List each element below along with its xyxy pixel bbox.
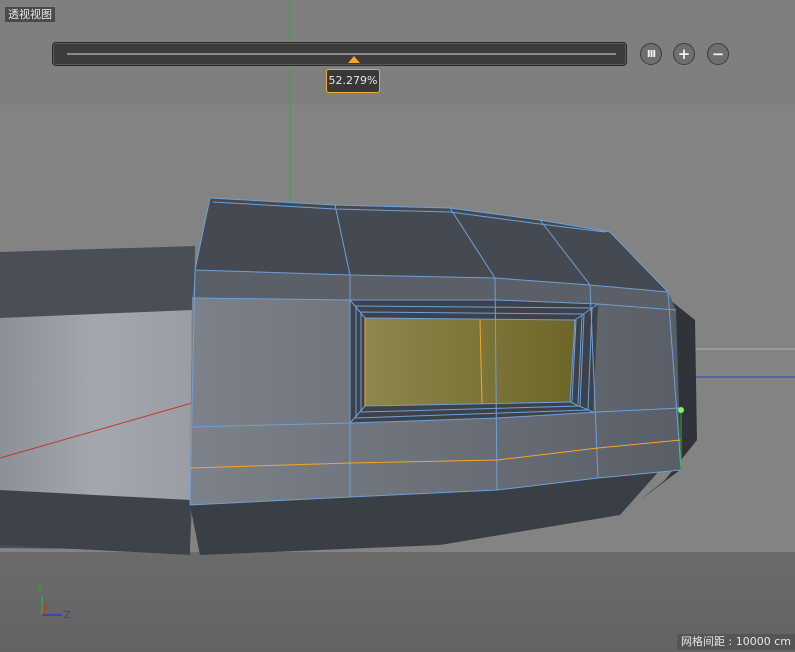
- minus-icon[interactable]: −: [707, 43, 729, 65]
- plus-icon[interactable]: +: [673, 43, 695, 65]
- selected-window-face[interactable]: [365, 318, 575, 406]
- slider-value-readout[interactable]: 52.279%: [326, 69, 380, 93]
- selected-point[interactable]: [678, 407, 684, 413]
- slider-groove: [67, 53, 616, 55]
- pause-icon[interactable]: III: [640, 43, 662, 65]
- body-inner-face: [0, 310, 192, 500]
- viewport-title[interactable]: 透视视图: [5, 7, 55, 22]
- gizmo-y-label: Y: [36, 584, 44, 595]
- gizmo-x-label: X: [42, 603, 48, 613]
- gizmo-z-label: Z: [64, 610, 71, 621]
- axis-gizmo: Y X Z: [36, 584, 71, 621]
- perspective-viewport[interactable]: Y X Z 透视视图 52.279% III + − 网格间距 : 10000 …: [0, 0, 795, 652]
- slider-thumb-icon[interactable]: [348, 56, 360, 63]
- 3d-scene[interactable]: Y X Z: [0, 0, 795, 652]
- loop-position-slider[interactable]: [52, 42, 627, 66]
- body-bottom: [0, 490, 190, 555]
- grid-spacing-readout: 网格间距 : 10000 cm: [677, 634, 795, 650]
